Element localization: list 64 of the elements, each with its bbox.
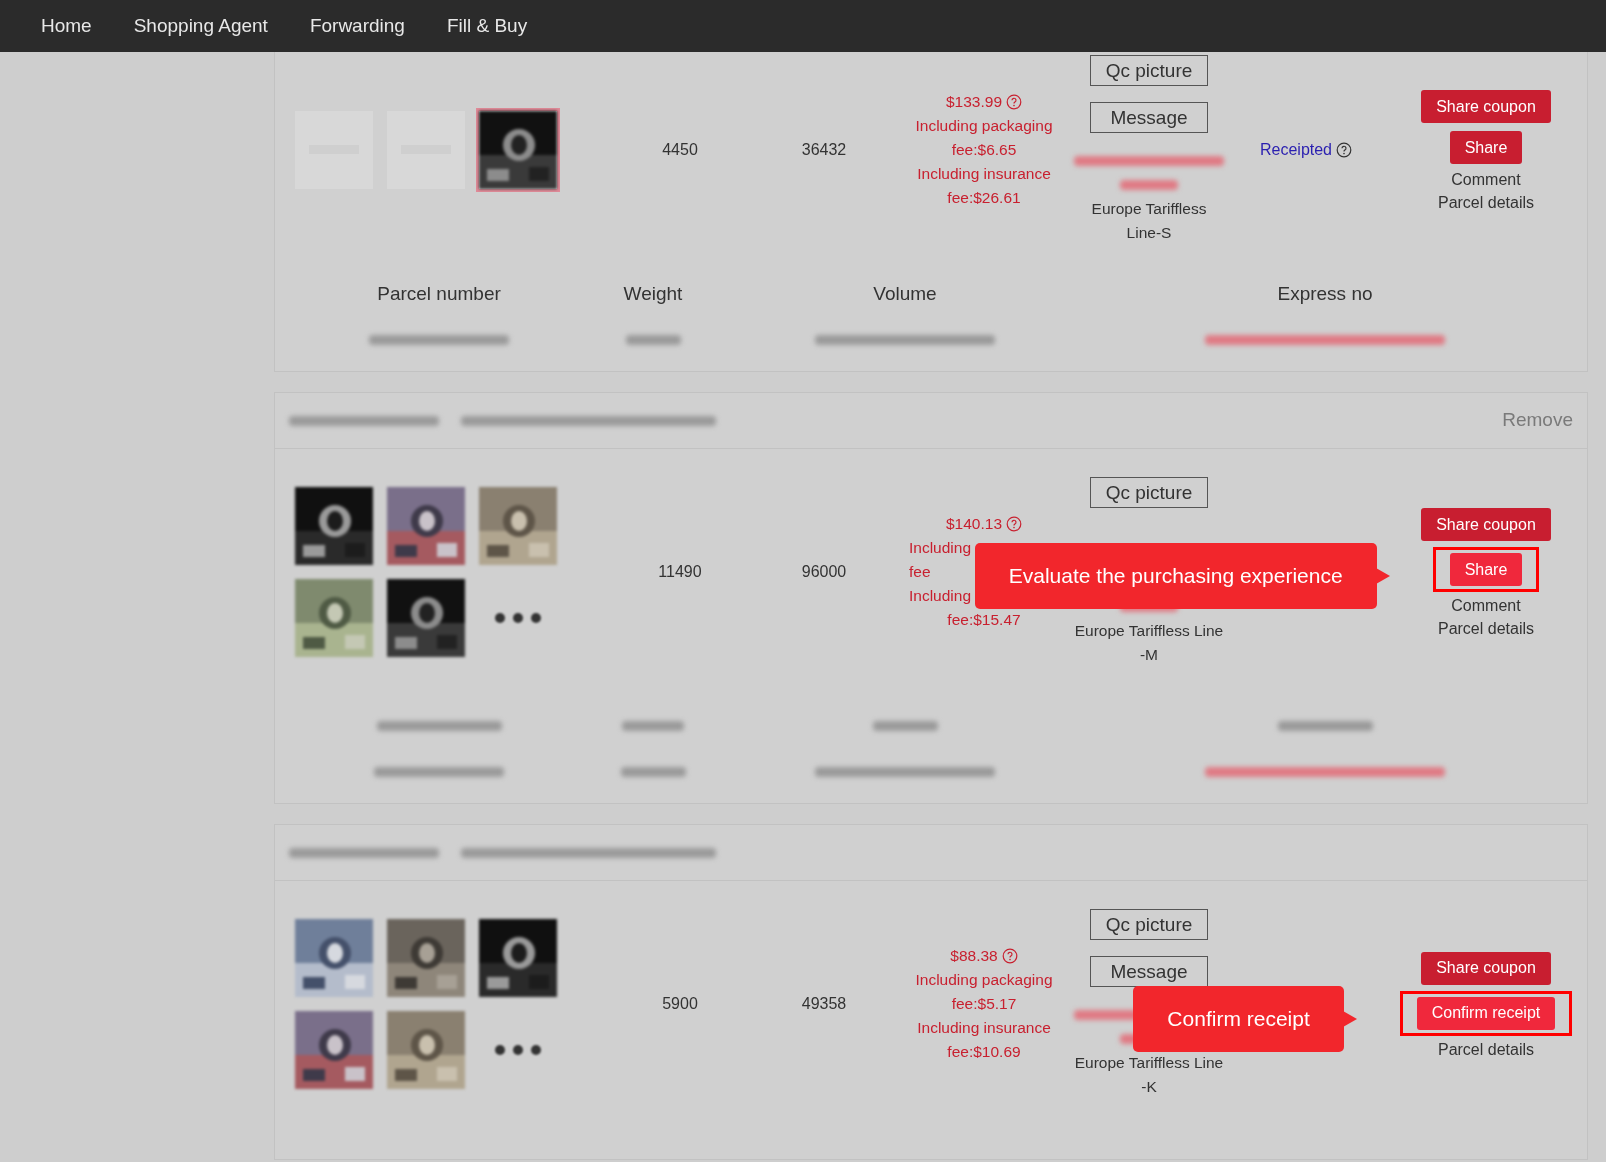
nav-link[interactable]: Fill & Buy	[446, 11, 528, 41]
fee-text: fee:$5.17	[951, 994, 1017, 1014]
fee-text: fee:$26.61	[947, 188, 1021, 208]
action-link[interactable]: Comment	[1451, 594, 1521, 617]
help-icon	[1001, 948, 1018, 964]
blurred-text-drawing	[620, 767, 686, 777]
tooltip-arrow-icon	[1375, 567, 1390, 584]
fee-text: fee:$6.65	[951, 140, 1017, 160]
blurred-text-drawing	[625, 335, 681, 345]
fee-text: Including insurance	[917, 1018, 1051, 1038]
outline-button[interactable]: Qc picture	[1090, 909, 1208, 940]
highlighted-button[interactable]: Share	[1449, 553, 1523, 586]
outline-button[interactable]: Qc picture	[1090, 55, 1208, 86]
outline-button[interactable]: Message	[1090, 102, 1208, 133]
shipping-line-text: Europe Tariffless Line	[1074, 621, 1224, 641]
nav-link[interactable]: Home	[41, 11, 92, 41]
weight-value: 5900	[661, 994, 699, 1014]
volume-value: 49358	[800, 994, 848, 1014]
column-header: Express no	[1276, 281, 1374, 306]
price-text: $133.99	[946, 92, 1002, 112]
fee-text: fee:$10.69	[947, 1042, 1021, 1062]
nav-link[interactable]: Forwarding	[309, 11, 405, 41]
action-link[interactable]: Parcel details	[1437, 1037, 1534, 1061]
action-button[interactable]: Share	[1449, 131, 1523, 164]
column-header: Parcel number	[376, 281, 502, 306]
tooltip-arrow-icon	[1342, 1011, 1357, 1027]
status-text: Receipted	[1259, 140, 1332, 160]
fee-text: Including	[909, 539, 972, 556]
help-icon	[1006, 94, 1022, 110]
action-link[interactable]: Parcel details	[1437, 191, 1534, 214]
action-link[interactable]: Parcel details	[1437, 617, 1534, 640]
blurred-text-drawing	[872, 721, 938, 731]
blurred-text-drawing	[1120, 180, 1178, 190]
shipping-line-text: Line-S	[1126, 223, 1172, 243]
action-button[interactable]: Share coupon	[1421, 951, 1551, 985]
column-header: Weight	[622, 281, 684, 306]
help-icon	[1006, 516, 1022, 532]
fee-text: Including packaging	[915, 970, 1053, 990]
nav-link[interactable]: Shopping Agent	[133, 11, 268, 41]
price-text: $88.38	[950, 946, 998, 966]
fee-text: Including insurance	[917, 164, 1051, 184]
weight-value: 11490	[657, 562, 703, 582]
blurred-text-drawing	[622, 721, 684, 731]
weight-value: 4450	[661, 140, 699, 160]
more-icon[interactable]	[494, 1044, 542, 1056]
fee-text: Including packaging	[915, 116, 1053, 136]
highlighted-button[interactable]: Confirm receipt	[1416, 996, 1556, 1030]
fee-text: fee:$15.47	[947, 610, 1021, 630]
more-icon[interactable]	[494, 612, 542, 624]
outline-button[interactable]: Qc picture	[1090, 477, 1208, 508]
shipping-line-text: Europe Tariffless Line	[1074, 1053, 1224, 1073]
action-button[interactable]: Share coupon	[1421, 90, 1551, 123]
shipping-line-text: -M	[1139, 645, 1159, 665]
price-text: $140.13	[946, 514, 1002, 534]
fee-text: fee	[909, 563, 931, 580]
volume-value: 96000	[800, 562, 848, 582]
column-header: Volume	[872, 281, 938, 306]
fee-text: Including	[909, 587, 972, 604]
volume-value: 36432	[800, 140, 848, 160]
shipping-line-text: Europe Tariffless	[1091, 199, 1207, 219]
help-icon	[1336, 142, 1352, 158]
action-button[interactable]: Share coupon	[1421, 508, 1551, 541]
action-link[interactable]: Comment	[1451, 168, 1521, 191]
shipping-line-text: -K	[1141, 1077, 1157, 1097]
